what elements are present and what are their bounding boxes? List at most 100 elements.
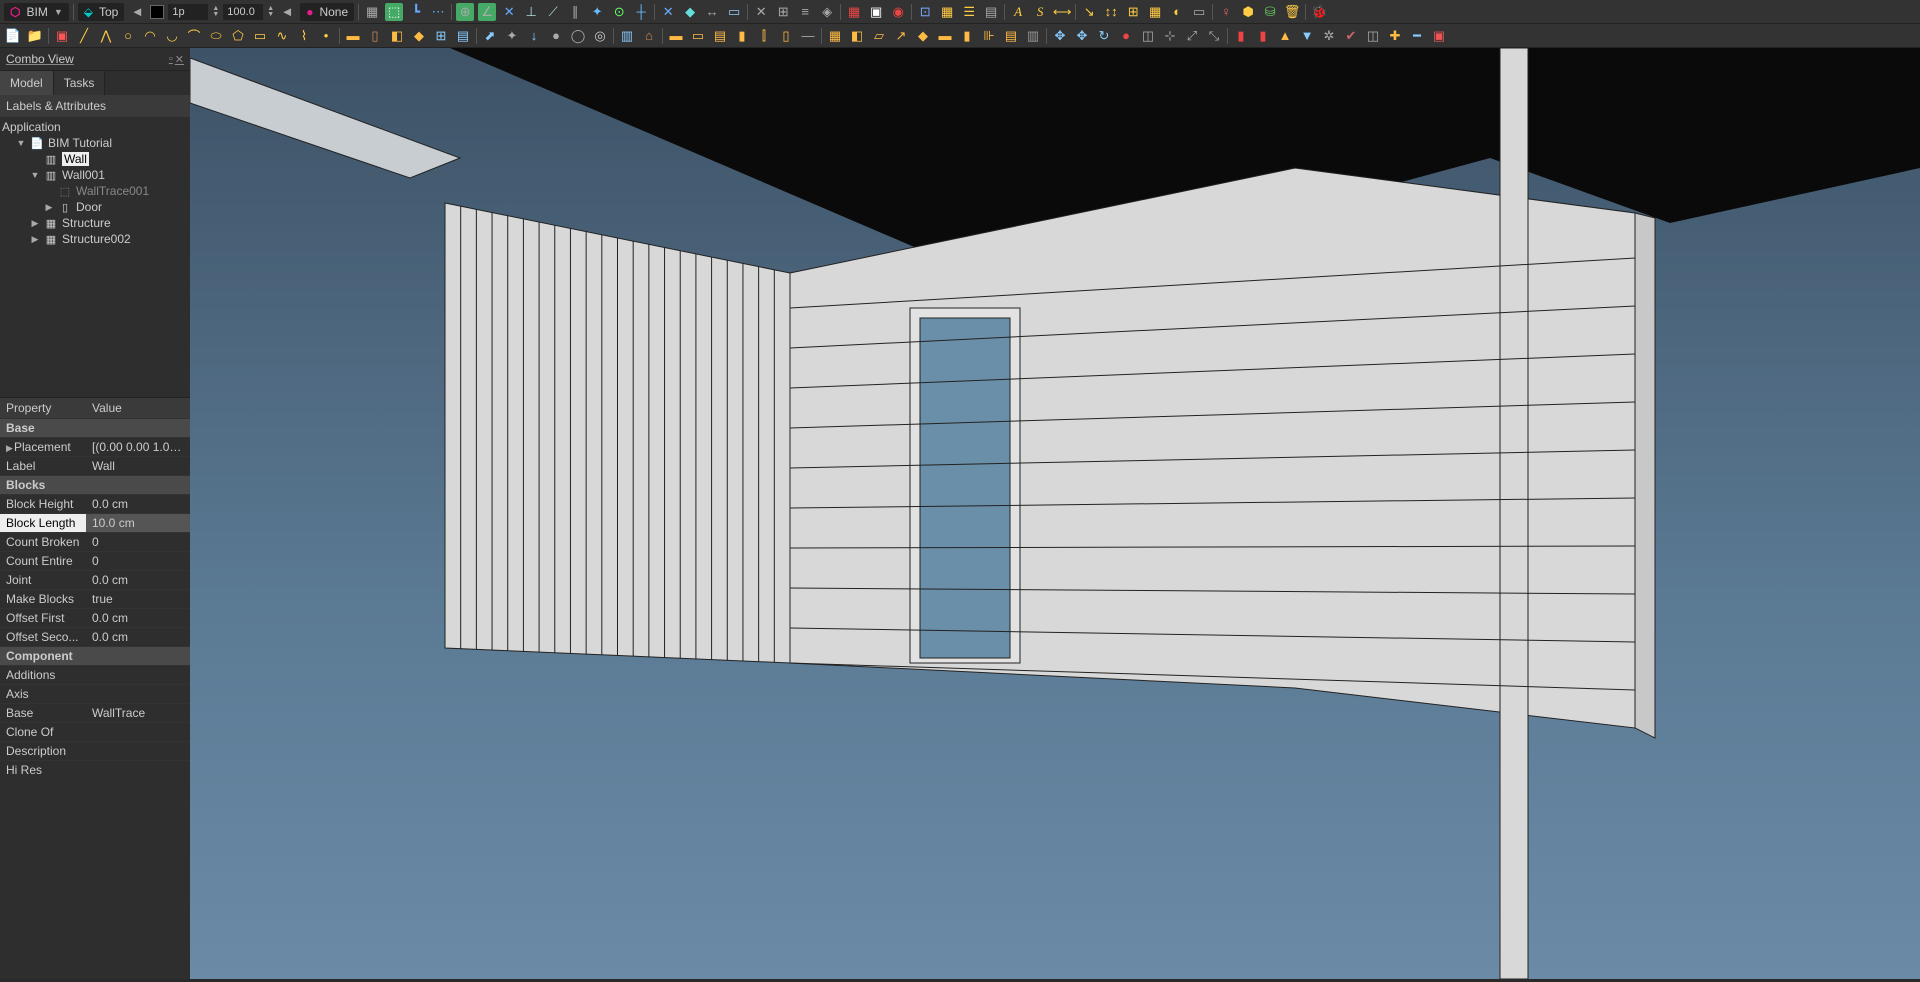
rectangle-icon[interactable]: ▭ xyxy=(251,27,269,45)
ellipse-icon[interactable]: ⬭ xyxy=(207,27,225,45)
roof-icon[interactable]: ⌂ xyxy=(640,27,658,45)
expand-icon[interactable]: ▼ xyxy=(30,170,40,180)
fence-icon[interactable]: ⊪ xyxy=(980,27,998,45)
space-icon[interactable]: ▤ xyxy=(711,27,729,45)
scale2-icon[interactable]: ⤡ xyxy=(1205,27,1223,45)
annotation-icon[interactable]: ◉ xyxy=(889,3,907,21)
dimension-icon[interactable]: ⟷ xyxy=(1053,3,1071,21)
axis-icon[interactable]: ↕↕ xyxy=(1102,3,1120,21)
sketch-icon[interactable]: ▣ xyxy=(53,27,71,45)
arrow-left-icon[interactable]: ◄ xyxy=(128,3,146,21)
expand-icon[interactable]: ▶ xyxy=(30,234,40,245)
axis-system-icon[interactable]: ⊞ xyxy=(1124,3,1142,21)
extend-icon[interactable]: ⤢ xyxy=(1183,27,1201,45)
prop-value[interactable]: true xyxy=(86,590,190,608)
tree-app-node[interactable]: Application xyxy=(0,119,190,135)
prop-row-clone-of[interactable]: Clone Of xyxy=(0,722,190,741)
offset-icon[interactable]: ◫ xyxy=(1139,27,1157,45)
truss-icon[interactable]: ▮ xyxy=(958,27,976,45)
grid2-icon[interactable]: ▦ xyxy=(1146,3,1164,21)
labels-attributes-header[interactable]: Labels & Attributes xyxy=(0,95,190,117)
beam-icon[interactable]: ▤ xyxy=(1002,27,1020,45)
tab-tasks[interactable]: Tasks xyxy=(54,71,106,95)
clone-icon[interactable]: ◫ xyxy=(1364,27,1382,45)
tree-item-wall001[interactable]: ▼▥Wall001 xyxy=(0,167,190,183)
spinner[interactable]: ▲▼ xyxy=(267,6,274,18)
hatch-icon[interactable]: ▦ xyxy=(938,3,956,21)
prop-value[interactable]: 10.0 cm xyxy=(86,514,190,532)
stop-icon[interactable]: ● xyxy=(1117,27,1135,45)
pipe-icon[interactable]: — xyxy=(799,27,817,45)
prop-row-additions[interactable]: Additions xyxy=(0,665,190,684)
door-tool-icon[interactable]: ▯ xyxy=(366,27,384,45)
prop-row-base[interactable]: BaseWallTrace xyxy=(0,703,190,722)
layers-icon[interactable]: ≡ xyxy=(796,3,814,21)
rebar-icon[interactable]: ⊡ xyxy=(916,3,934,21)
fillet-icon[interactable]: ⌒ xyxy=(185,27,203,45)
wire-icon[interactable]: ⋀ xyxy=(97,27,115,45)
prop-row-description[interactable]: Description xyxy=(0,741,190,760)
equipment-icon[interactable]: ◆ xyxy=(914,27,932,45)
snap-center-icon[interactable]: ⊕ xyxy=(456,3,474,21)
arc-icon[interactable]: ◠ xyxy=(141,27,159,45)
tree-item-walltrace001[interactable]: ⬚WallTrace001 xyxy=(0,183,190,199)
text-a-icon[interactable]: A xyxy=(1009,3,1027,21)
measure-icon[interactable]: ▣ xyxy=(1430,27,1448,45)
up-icon[interactable]: ▲ xyxy=(1276,27,1294,45)
snap-intersection-icon[interactable]: ✕ xyxy=(500,3,518,21)
polygon-icon[interactable]: ⬠ xyxy=(229,27,247,45)
copy-icon[interactable]: ✥ xyxy=(1073,27,1091,45)
prop-row-joint[interactable]: Joint0.0 cm xyxy=(0,570,190,589)
tab-model[interactable]: Model xyxy=(0,71,54,95)
add-icon[interactable]: ✚ xyxy=(1386,27,1404,45)
cog-icon[interactable]: ✲ xyxy=(1320,27,1338,45)
database-icon[interactable]: ⛁ xyxy=(1261,3,1279,21)
bug-icon[interactable]: 🐞 xyxy=(1310,3,1328,21)
external-ref-icon[interactable]: ↓ xyxy=(525,27,543,45)
tree-item-wall[interactable]: ▥Wall xyxy=(0,151,190,167)
folder-open-icon[interactable]: 📁 xyxy=(26,27,44,45)
move-icon[interactable]: ✥ xyxy=(1051,27,1069,45)
reference-icon[interactable]: ✦ xyxy=(503,27,521,45)
check-icon[interactable]: ✔ xyxy=(1342,27,1360,45)
prop-value[interactable] xyxy=(86,723,190,741)
materials-icon[interactable]: ◈ xyxy=(818,3,836,21)
prop-value[interactable] xyxy=(86,685,190,703)
library-icon[interactable]: ⬢ xyxy=(1239,3,1257,21)
building-icon[interactable]: ▱ xyxy=(870,27,888,45)
furniture-icon[interactable]: ▬ xyxy=(936,27,954,45)
facebinder-icon[interactable]: ⊞ xyxy=(432,27,450,45)
prop-value[interactable]: 0.0 cm xyxy=(86,571,190,589)
prop-row-block-length[interactable]: Block Length10.0 cm xyxy=(0,513,190,532)
snap-parallel-icon[interactable]: ∥ xyxy=(566,3,584,21)
snap-extension-icon[interactable]: ⟋ xyxy=(544,3,562,21)
bspline-icon[interactable]: ∿ xyxy=(273,27,291,45)
component-icon[interactable]: ⬈ xyxy=(481,27,499,45)
snap-workingplane-icon[interactable]: ▭ xyxy=(725,3,743,21)
prop-row-make-blocks[interactable]: Make Blockstrue xyxy=(0,589,190,608)
prop-value[interactable]: Wall xyxy=(86,457,190,475)
snap-angle-icon[interactable]: ∠ xyxy=(478,3,496,21)
preflight-icon[interactable]: ▣ xyxy=(867,3,885,21)
prop-value[interactable]: 0 xyxy=(86,552,190,570)
expand-icon[interactable]: ▶ xyxy=(44,202,54,213)
snap-special-icon[interactable]: ✦ xyxy=(588,3,606,21)
tree-item-door[interactable]: ▶▯Door xyxy=(0,199,190,215)
tree-item-bim tutorial[interactable]: ▼📄BIM Tutorial xyxy=(0,135,190,151)
tree-item-structure[interactable]: ▶▦Structure xyxy=(0,215,190,231)
down-icon[interactable]: ▼ xyxy=(1298,27,1316,45)
point-icon[interactable]: • xyxy=(317,27,335,45)
wall-tool-icon[interactable]: ▮ xyxy=(733,27,751,45)
spreadsheet-icon[interactable]: ▤ xyxy=(982,3,1000,21)
prop-row-label[interactable]: LabelWall xyxy=(0,456,190,475)
snap-ortho-icon[interactable]: ┼ xyxy=(632,3,650,21)
prop-row-count-broken[interactable]: Count Broken0 xyxy=(0,532,190,551)
remove-icon[interactable]: ━ xyxy=(1408,27,1426,45)
sphere-icon[interactable]: ● xyxy=(547,27,565,45)
bezier-icon[interactable]: ⌇ xyxy=(295,27,313,45)
panel-icon[interactable]: ▬ xyxy=(667,27,685,45)
shape-builder-icon[interactable]: ◆ xyxy=(410,27,428,45)
prop-value[interactable]: [(0.00 0.00 1.00);... xyxy=(86,438,190,456)
expand-icon[interactable]: ▼ xyxy=(16,138,26,148)
spinner[interactable]: ▲▼ xyxy=(212,6,219,18)
